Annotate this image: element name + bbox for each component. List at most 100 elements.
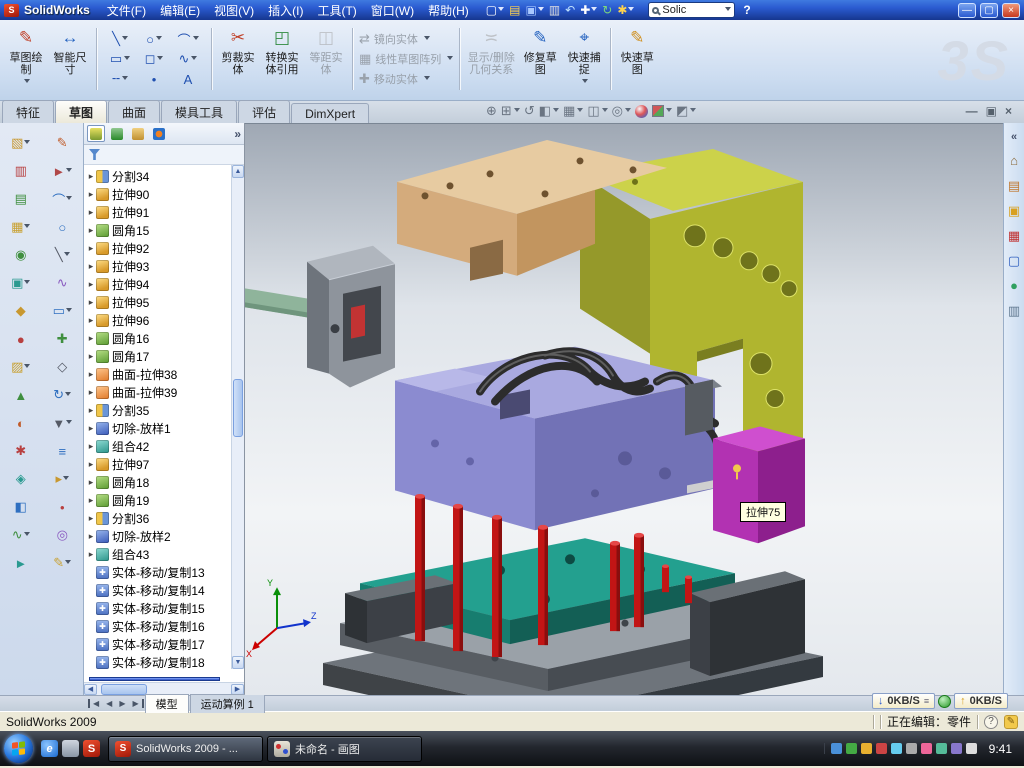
dropdown-arrow-icon[interactable]	[156, 36, 162, 43]
left-tool-button[interactable]: •	[60, 493, 65, 521]
zoom-area-icon[interactable]: ⊞	[501, 103, 520, 119]
apply-scene-icon[interactable]	[652, 105, 672, 117]
go-to-start-button[interactable]: ◀	[88, 699, 102, 708]
tree-filter-row[interactable]	[84, 145, 244, 165]
tree-item[interactable]: ▸ 拉伸93	[86, 257, 231, 275]
dropdown-arrow-icon[interactable]	[24, 280, 30, 287]
repair-sketch-button[interactable]: ✎ 修复草图	[518, 22, 562, 96]
propertymanager-tab-icon[interactable]	[108, 125, 126, 142]
toolbox-icon[interactable]: ▦	[1008, 229, 1020, 243]
featuremanager-tab-icon[interactable]	[87, 125, 105, 142]
left-tool-button[interactable]: ▸	[55, 465, 69, 493]
display-style-icon[interactable]: ◫	[587, 103, 607, 119]
doc-close-button[interactable]: ×	[1005, 104, 1012, 118]
view-settings-icon[interactable]: ◩	[676, 103, 696, 119]
previous-view-icon[interactable]: ↺	[524, 103, 535, 119]
left-tool-button[interactable]: ✎	[57, 129, 68, 157]
scroll-track[interactable]	[232, 178, 244, 656]
dropdown-arrow-icon[interactable]	[582, 79, 588, 86]
taskbar-button-paint[interactable]: 未命名 - 画图	[267, 736, 422, 762]
menu-item[interactable]: 文件(F)	[100, 0, 153, 21]
help-status-icon[interactable]: ?	[984, 715, 998, 729]
taskpane-collapse-icon[interactable]: «	[1011, 131, 1017, 143]
tray-icon[interactable]	[876, 743, 887, 754]
new-document-icon[interactable]: ▢	[484, 2, 506, 18]
move-entities-button[interactable]: ✚ 移动实体	[359, 71, 453, 87]
left-tool-button[interactable]: ◇	[57, 353, 67, 381]
dropdown-arrow-icon[interactable]	[66, 420, 72, 427]
tree-item[interactable]: 实体-移动/复制16	[86, 617, 231, 635]
configurationmanager-tab-icon[interactable]	[129, 125, 147, 142]
dropdown-arrow-icon[interactable]	[625, 108, 631, 115]
reference-triad[interactable]: Y X Z	[246, 578, 317, 659]
dropdown-arrow-icon[interactable]	[64, 252, 70, 259]
tab-model[interactable]: 模型	[145, 694, 189, 713]
display-delete-relations-button[interactable]: ≍ 显示/删除几何关系	[464, 22, 518, 96]
dropdown-arrow-icon[interactable]	[24, 364, 30, 371]
dropdown-arrow-icon[interactable]	[24, 532, 30, 539]
search-box[interactable]	[648, 2, 735, 18]
scroll-left-button[interactable]: ◀	[84, 684, 97, 695]
dropdown-arrow-icon[interactable]	[66, 196, 72, 203]
dropdown-arrow-icon[interactable]	[577, 108, 583, 115]
left-tool-button[interactable]: ▧	[11, 129, 30, 157]
tree-item[interactable]: ▸ 拉伸94	[86, 275, 231, 293]
expand-arrow-icon[interactable]: ▸	[86, 297, 96, 308]
monitor-status-icon[interactable]	[938, 695, 951, 708]
tree-item[interactable]: ▸ 圆角18	[86, 473, 231, 491]
tree-vertical-scrollbar[interactable]: ▲ ▼	[231, 165, 244, 669]
tray-icon[interactable]	[831, 743, 842, 754]
left-tool-button[interactable]: ⌒	[52, 185, 72, 213]
rapid-sketch-button[interactable]: ✎ 快速草图	[615, 22, 659, 96]
dropdown-arrow-icon[interactable]	[424, 36, 430, 43]
left-tool-button[interactable]: ╲	[55, 241, 70, 269]
left-tool-button[interactable]: ▥	[15, 157, 27, 185]
dropdown-arrow-icon[interactable]	[122, 36, 128, 43]
search-dropdown-icon[interactable]	[725, 7, 731, 14]
rollback-bar[interactable]	[89, 677, 220, 681]
linear-sketch-pattern-button[interactable]: ▦ 线性草图阵列	[359, 51, 453, 67]
left-tool-button[interactable]: ↻	[53, 381, 71, 409]
command-tab[interactable]: DimXpert	[291, 103, 369, 123]
scroll-right-button[interactable]: ▶	[231, 684, 244, 695]
doc-minimize-button[interactable]: —	[966, 104, 978, 118]
dropdown-arrow-icon[interactable]	[193, 36, 199, 43]
expand-arrow-icon[interactable]: ▸	[86, 261, 96, 272]
quick-tips-icon[interactable]: ✎	[1004, 715, 1018, 729]
smart-dimension-button[interactable]: ↔ 智能尺寸	[48, 22, 92, 96]
left-tool-button[interactable]: ●	[17, 325, 25, 353]
dropdown-arrow-icon[interactable]	[65, 392, 71, 399]
point-tool-icon[interactable]: •	[152, 69, 157, 89]
menu-item[interactable]: 插入(I)	[261, 0, 310, 21]
select-icon[interactable]: ✚	[578, 2, 599, 18]
left-tool-button[interactable]: ✱	[15, 437, 26, 465]
left-tool-button[interactable]: ▲	[14, 381, 27, 409]
step-back-button[interactable]: ◀	[103, 699, 115, 708]
tree-item[interactable]: ▸ 分割35	[86, 401, 231, 419]
expand-arrow-icon[interactable]: ▸	[86, 549, 96, 560]
left-tool-button[interactable]: ≡	[58, 437, 66, 465]
custom-properties-icon[interactable]: ▥	[1008, 304, 1020, 318]
menu-item[interactable]: 工具(T)	[310, 0, 363, 21]
help-icon[interactable]: ?	[743, 3, 750, 17]
tray-icon[interactable]	[951, 743, 962, 754]
tree-item[interactable]: 实体-移动/复制18	[86, 653, 231, 671]
left-tool-button[interactable]: ►	[52, 157, 72, 185]
save-icon[interactable]: ▣	[523, 2, 545, 18]
left-tool-button[interactable]: ▣	[11, 269, 30, 297]
undo-icon[interactable]: ↶	[563, 2, 577, 18]
tray-icon[interactable]	[921, 743, 932, 754]
expand-arrow-icon[interactable]: ▸	[86, 315, 96, 326]
menu-item[interactable]: 窗口(W)	[364, 0, 421, 21]
show-desktop-icon[interactable]	[62, 740, 79, 757]
tree-item[interactable]: ▸ 拉伸95	[86, 293, 231, 311]
left-tool-button[interactable]: ◎	[57, 521, 68, 549]
expand-arrow-icon[interactable]: ▸	[86, 171, 96, 182]
tray-icon[interactable]	[936, 743, 947, 754]
internet-explorer-icon[interactable]: e	[41, 740, 58, 757]
view-palette-icon[interactable]: ▢	[1008, 254, 1020, 268]
tree-item[interactable]: 实体-移动/复制15	[86, 599, 231, 617]
left-tool-button[interactable]: ►	[14, 549, 27, 577]
part-clamp-block[interactable]	[307, 246, 395, 388]
command-tab[interactable]: 曲面	[108, 100, 160, 123]
